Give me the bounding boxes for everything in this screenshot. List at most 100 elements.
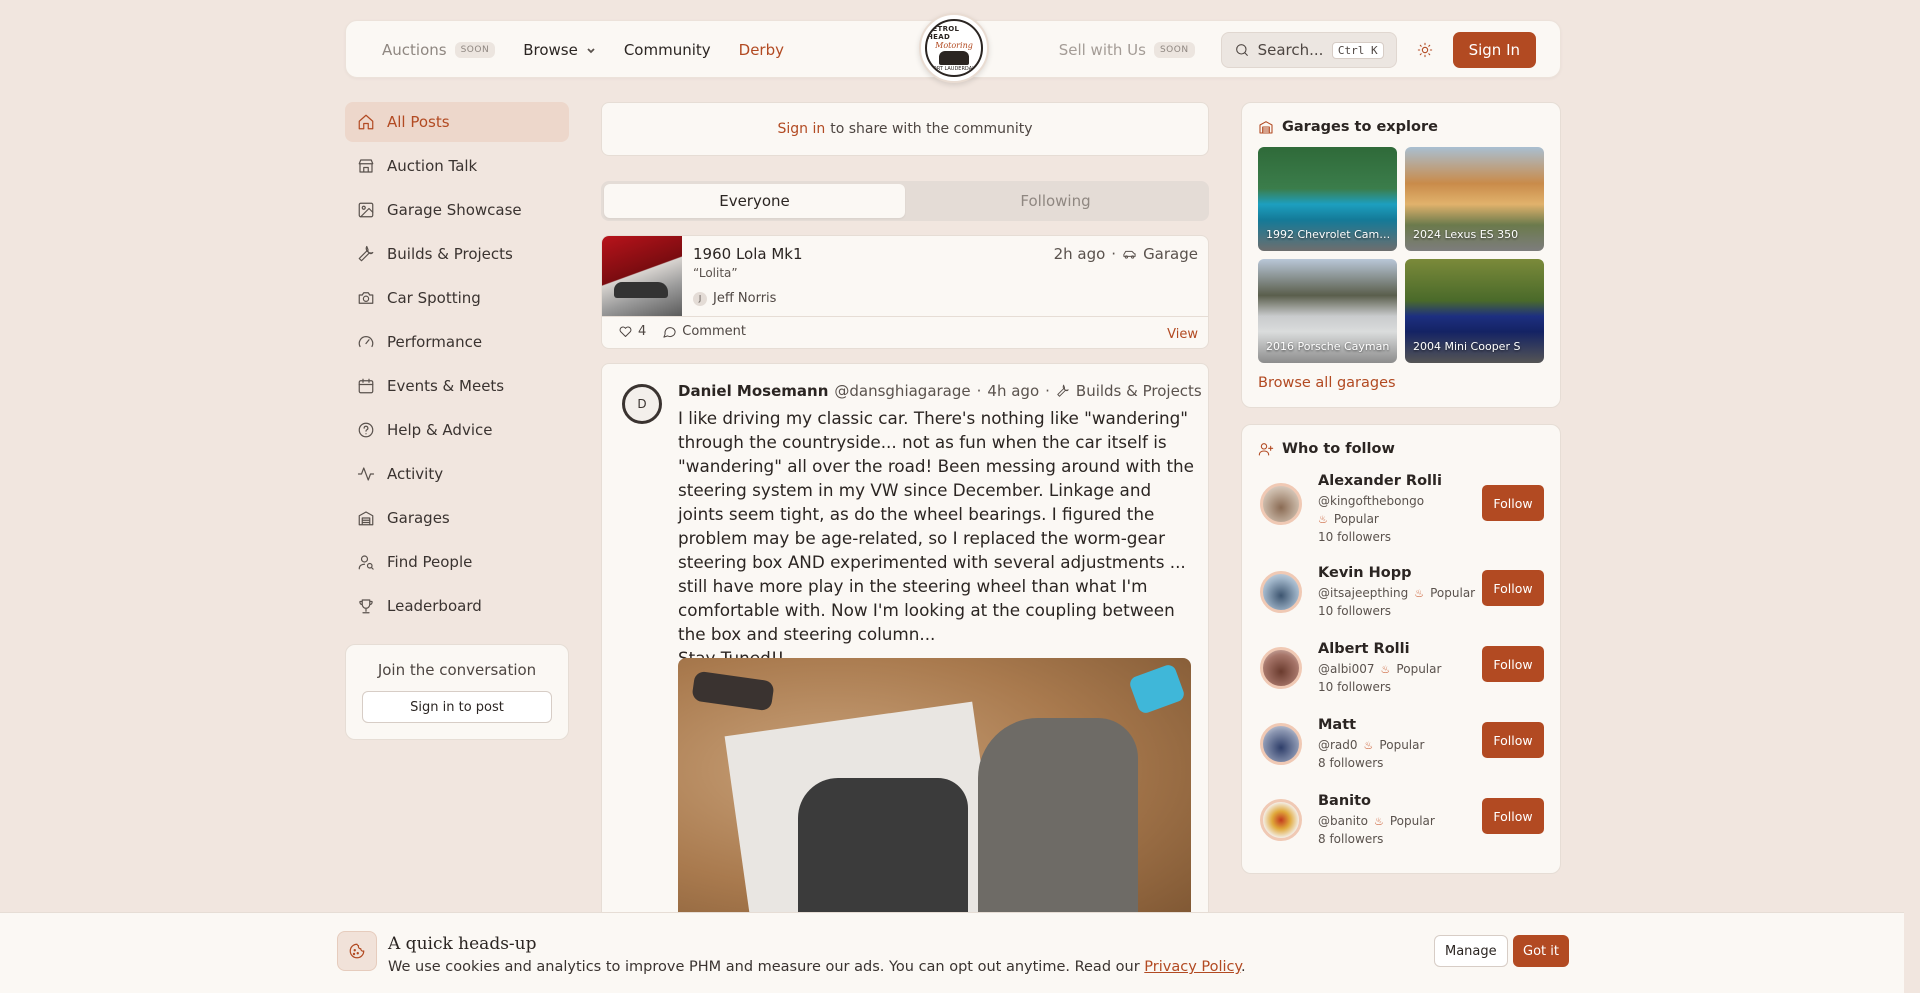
- image-part: [978, 718, 1138, 922]
- garage-post-meta: 2h ago · Garage: [1054, 245, 1198, 263]
- followers-text: 10 followers: [1318, 604, 1392, 618]
- avatar[interactable]: D: [622, 384, 662, 424]
- cookie-text: We use cookies and analytics to improve …: [388, 959, 1246, 975]
- avatar: J: [693, 291, 707, 306]
- sidebar-item-find-people[interactable]: Find People: [345, 542, 569, 582]
- garage-post-card[interactable]: 1960 Lola Mk1 “Lolita” J Jeff Norris 2h …: [601, 235, 1209, 349]
- follow-suggestion: Kevin Hopp @itsajeepthing ♨ Popular 10 fol…: [1258, 565, 1544, 641]
- follower-count: 10 followers: [1318, 680, 1391, 694]
- follow-button[interactable]: Follow: [1482, 570, 1544, 606]
- person-name[interactable]: Matt: [1318, 717, 1356, 733]
- comment-icon: [663, 327, 676, 338]
- garages-panel: Garages to explore 1992 Chevrolet Camaro…: [1241, 102, 1561, 408]
- handle-text: @kingofthebongo: [1318, 494, 1425, 508]
- nav-derby[interactable]: Derby: [739, 41, 784, 59]
- follow-button[interactable]: Follow: [1482, 722, 1544, 758]
- sidebar-item-events-meets[interactable]: Events & Meets: [345, 366, 569, 406]
- manage-cookies-button[interactable]: Manage: [1434, 935, 1508, 967]
- follow-button[interactable]: Follow: [1482, 485, 1544, 521]
- follower-count: 8 followers: [1318, 756, 1383, 770]
- garage-post-nickname: “Lolita”: [693, 266, 738, 280]
- person-name[interactable]: Banito: [1318, 793, 1371, 809]
- follow-button[interactable]: Follow: [1482, 798, 1544, 834]
- post-body: I like driving my classic car. There's n…: [678, 408, 1194, 668]
- sidebar-item-car-spotting[interactable]: Car Spotting: [345, 278, 569, 318]
- tab-following[interactable]: Following: [905, 184, 1206, 218]
- handle-text: @itsajeepthing: [1318, 586, 1409, 600]
- garage-tile[interactable]: 2016 Porsche Cayman: [1258, 259, 1397, 363]
- garage-tile[interactable]: 2024 Lexus ES 350: [1405, 147, 1544, 251]
- sidebar-item-label: Help & Advice: [387, 421, 493, 439]
- avatar[interactable]: [1260, 571, 1302, 613]
- avatar[interactable]: [1260, 647, 1302, 689]
- sidebar-item-all-posts[interactable]: All Posts: [345, 102, 569, 142]
- post-category[interactable]: Garage: [1143, 245, 1198, 263]
- meta-separator: ·: [1111, 245, 1117, 263]
- nav-sell[interactable]: Sell with Us SOON: [1059, 41, 1195, 59]
- sidebar-item-garages[interactable]: Garages: [345, 498, 569, 538]
- avatar[interactable]: [1260, 723, 1302, 765]
- tab-everyone[interactable]: Everyone: [604, 184, 905, 218]
- sidebar-item-auction-talk[interactable]: Auction Talk: [345, 146, 569, 186]
- garage-tile[interactable]: 2004 Mini Cooper S: [1405, 259, 1544, 363]
- garages-title: Garages to explore: [1282, 119, 1438, 135]
- cookie-message: We use cookies and analytics to improve …: [388, 959, 1140, 975]
- avatar[interactable]: [1260, 799, 1302, 841]
- chevron-down-icon: [587, 48, 595, 54]
- accept-cookies-button[interactable]: Got it: [1513, 935, 1569, 967]
- garage-post-author[interactable]: J Jeff Norris: [693, 291, 776, 306]
- sidebar-item-leaderboard[interactable]: Leaderboard: [345, 586, 569, 626]
- share-sign-in-link[interactable]: Sign in: [777, 121, 825, 137]
- sidebar-item-builds-projects[interactable]: Builds & Projects: [345, 234, 569, 274]
- nav-community[interactable]: Community: [624, 41, 711, 59]
- scrollbar[interactable]: [1904, 0, 1920, 993]
- garage-post-title[interactable]: 1960 Lola Mk1: [693, 245, 803, 263]
- image-part: [691, 670, 775, 712]
- sign-in-button[interactable]: Sign In: [1452, 32, 1536, 68]
- flame-icon: ♨: [1380, 662, 1391, 676]
- home-icon: [358, 114, 374, 130]
- sidebar-item-garage-showcase[interactable]: Garage Showcase: [345, 190, 569, 230]
- like-button[interactable]: 4: [618, 324, 646, 339]
- garage-post-thumbnail[interactable]: [602, 236, 682, 316]
- garage-tile[interactable]: 1992 Chevrolet Camaro: [1258, 147, 1397, 251]
- logo-script-text: Motoring: [935, 40, 973, 50]
- post-category[interactable]: Builds & Projects: [1076, 382, 1202, 400]
- nav-auctions[interactable]: Auctions SOON: [382, 41, 496, 59]
- cookie-period: .: [1241, 959, 1246, 975]
- logo-bottom-text: FORT LAUDERDALE: [929, 65, 979, 72]
- sidebar-item-activity[interactable]: Activity: [345, 454, 569, 494]
- browse-all-garages-link[interactable]: Browse all garages: [1258, 375, 1544, 391]
- cookie-banner: A quick heads-up We use cookies and anal…: [0, 912, 1904, 993]
- divider: [602, 316, 1208, 317]
- handle-text: @albi007: [1318, 662, 1375, 676]
- sidebar-item-performance[interactable]: Performance: [345, 322, 569, 362]
- heart-icon: [619, 326, 632, 337]
- garage-label: 1992 Chevrolet Camaro: [1266, 228, 1391, 241]
- sign-in-to-post-button[interactable]: Sign in to post: [362, 691, 552, 723]
- warehouse-icon: [1259, 121, 1273, 134]
- comment-button[interactable]: Comment: [662, 324, 746, 339]
- meta-separator: ·: [976, 382, 982, 400]
- avatar[interactable]: [1260, 483, 1302, 525]
- panel-title: Garages to explore: [1258, 119, 1544, 135]
- person-name[interactable]: Albert Rolli: [1318, 641, 1410, 657]
- follow-button[interactable]: Follow: [1482, 646, 1544, 682]
- nav-browse[interactable]: Browse: [523, 41, 596, 59]
- sidebar-item-help-advice[interactable]: Help & Advice: [345, 410, 569, 450]
- author-name[interactable]: Daniel Mosemann: [678, 382, 828, 400]
- sidebar-item-label: Events & Meets: [387, 377, 505, 395]
- site-logo[interactable]: PETROL HEAD Motoring FORT LAUDERDALE: [919, 13, 989, 83]
- nav-community-label: Community: [623, 41, 711, 59]
- post-image[interactable]: [678, 658, 1191, 922]
- feed: Sign in to share with the community Ever…: [601, 102, 1209, 923]
- person-name[interactable]: Kevin Hopp: [1318, 565, 1411, 581]
- person-name[interactable]: Alexander Rolli: [1318, 473, 1442, 489]
- view-link[interactable]: View: [1167, 327, 1198, 342]
- search-box[interactable]: Search... Ctrl K: [1220, 32, 1397, 68]
- privacy-policy-link[interactable]: Privacy Policy: [1144, 959, 1241, 975]
- author-handle[interactable]: @dansghiagarage: [834, 382, 970, 400]
- comment-label: Comment: [682, 324, 746, 339]
- theme-toggle-button[interactable]: [1411, 36, 1439, 64]
- user-search-icon: [358, 555, 374, 570]
